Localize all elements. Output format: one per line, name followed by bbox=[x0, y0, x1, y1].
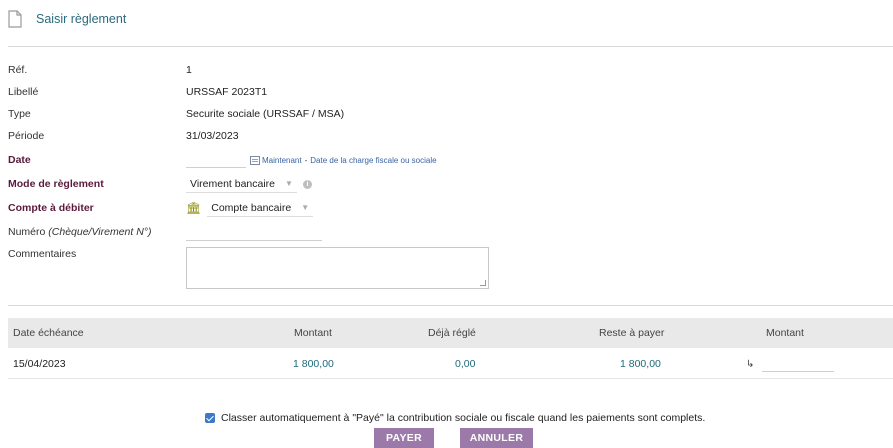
libelle-label: Libellé bbox=[8, 86, 39, 98]
date-helpers: Maintenant - Date de la charge fiscale o… bbox=[250, 155, 437, 165]
date-separator: - bbox=[304, 155, 308, 165]
type-value: Securite sociale (URSSAF / MSA) bbox=[186, 108, 345, 120]
date-row: Date Maintenant - Date de la charge fisc… bbox=[8, 150, 437, 170]
comments-label: Commentaires bbox=[8, 248, 77, 260]
header-divider bbox=[8, 46, 893, 47]
remaining-cell: 1 800,00 bbox=[620, 358, 661, 370]
account-select[interactable]: Compte bancaire ▼ bbox=[207, 199, 314, 217]
due-date-cell: 15/04/2023 bbox=[13, 358, 66, 370]
numero-label-prefix: Numéro bbox=[8, 226, 46, 238]
col-date-header: Date échéance bbox=[13, 327, 84, 339]
payment-amount-input[interactable] bbox=[762, 356, 835, 372]
bank-icon: 🏛 bbox=[186, 201, 202, 215]
date-label: Date bbox=[8, 154, 31, 166]
auto-classify-label: Classer automatiquement à "Payé" la cont… bbox=[221, 412, 706, 424]
chevron-down-icon: ▼ bbox=[285, 179, 293, 188]
amount-cell: 1 800,00 bbox=[293, 358, 334, 370]
payment-mode-value: Virement bancaire bbox=[190, 177, 276, 190]
mode-label: Mode de règlement bbox=[8, 178, 104, 190]
date-input[interactable] bbox=[186, 152, 246, 168]
periode-label: Période bbox=[8, 130, 45, 142]
page-header: Saisir règlement bbox=[8, 8, 126, 30]
table-header: Date échéance Montant Déjà réglé Reste à… bbox=[8, 318, 893, 348]
info-icon[interactable]: i bbox=[302, 179, 312, 189]
account-row: Compte à débiter 🏛 Compte bancaire ▼ bbox=[8, 198, 314, 218]
numero-row: Numéro (Chèque/Virement N°) bbox=[8, 222, 322, 242]
col-amount-header: Montant bbox=[294, 327, 332, 339]
col-paid-header: Déjà réglé bbox=[428, 327, 476, 339]
calendar-icon[interactable] bbox=[250, 155, 260, 165]
periode-value: 31/03/2023 bbox=[186, 130, 239, 142]
form-divider bbox=[8, 305, 893, 306]
account-value: Compte bancaire bbox=[211, 201, 292, 214]
account-label: Compte à débiter bbox=[8, 202, 94, 214]
ref-row: Réf. 1 bbox=[8, 60, 192, 80]
tax-date-link[interactable]: Date de la charge fiscale ou sociale bbox=[310, 156, 436, 165]
col-payment-header: Montant bbox=[766, 327, 804, 339]
ref-value: 1 bbox=[186, 64, 192, 76]
mode-row: Mode de règlement Virement bancaire ▼ i bbox=[8, 174, 312, 194]
periode-row: Période 31/03/2023 bbox=[8, 126, 239, 146]
pay-button[interactable]: PAYER bbox=[374, 428, 434, 448]
type-row: Type Securite sociale (URSSAF / MSA) bbox=[8, 104, 344, 124]
numero-label-hint: (Chèque/Virement N°) bbox=[48, 226, 152, 238]
cancel-button[interactable]: ANNULER bbox=[460, 428, 533, 448]
libelle-row: Libellé URSSAF 2023T1 bbox=[8, 82, 267, 102]
comments-row: Commentaires bbox=[8, 244, 186, 264]
document-icon bbox=[8, 10, 22, 28]
ref-label: Réf. bbox=[8, 64, 28, 76]
libelle-value: URSSAF 2023T1 bbox=[186, 86, 268, 98]
page-title: Saisir règlement bbox=[36, 12, 127, 26]
paid-cell: 0,00 bbox=[455, 358, 476, 370]
comments-textarea[interactable] bbox=[186, 247, 489, 289]
auto-classify-checkbox[interactable] bbox=[205, 413, 215, 423]
payment-cell: ↳ bbox=[746, 350, 835, 378]
payment-mode-select[interactable]: Virement bancaire ▼ bbox=[186, 175, 297, 193]
resize-handle-icon[interactable] bbox=[480, 280, 486, 286]
fill-amount-arrow-icon[interactable]: ↳ bbox=[746, 359, 754, 370]
chevron-down-icon: ▼ bbox=[301, 203, 310, 212]
col-remaining-header: Reste à payer bbox=[599, 327, 665, 339]
auto-classify-row: Classer automatiquement à "Payé" la cont… bbox=[205, 412, 705, 424]
table-row: 15/04/2023 1 800,00 0,00 1 800,00 ↳ bbox=[8, 350, 893, 379]
numero-input[interactable] bbox=[186, 223, 322, 241]
now-link[interactable]: Maintenant bbox=[262, 156, 302, 165]
numero-label: Numéro (Chèque/Virement N°) bbox=[8, 226, 186, 238]
type-label: Type bbox=[8, 108, 31, 120]
